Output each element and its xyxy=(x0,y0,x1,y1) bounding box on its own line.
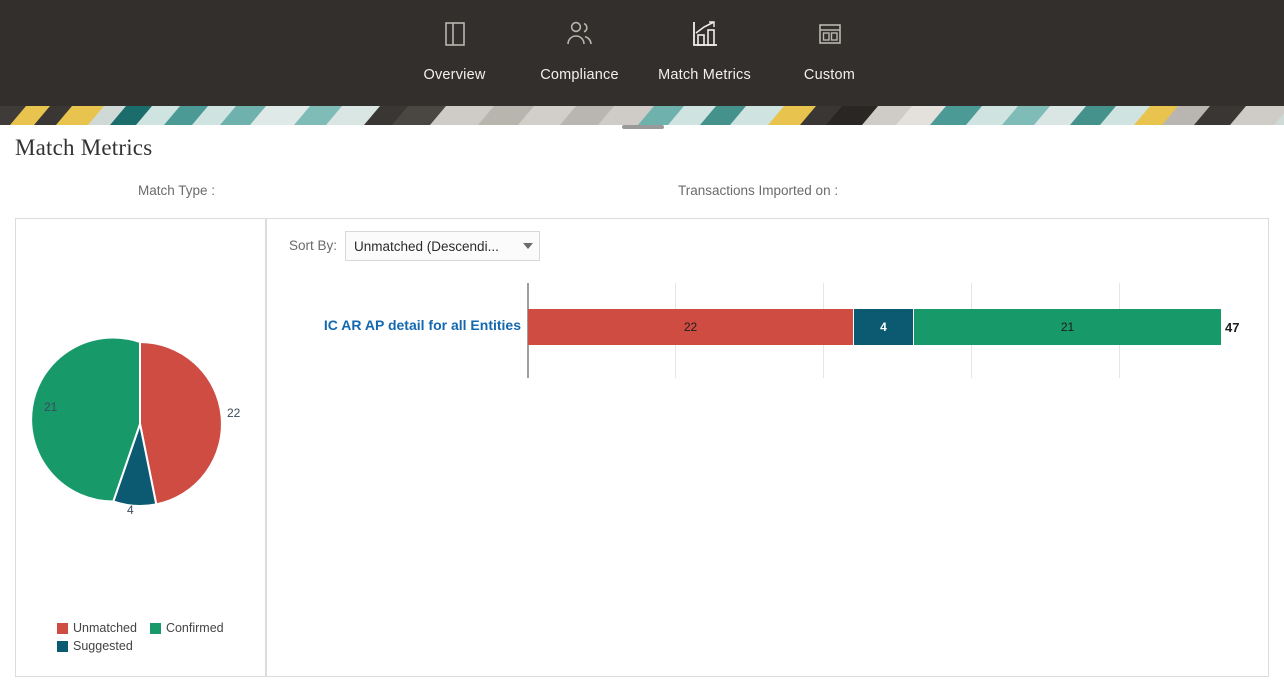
legend-swatch-suggested xyxy=(57,641,68,652)
legend-row-2: Suggested xyxy=(57,639,257,653)
nav-item-custom[interactable]: Custom xyxy=(767,14,892,83)
match-status-pie-chart xyxy=(16,300,265,560)
transactions-imported-label: Transactions Imported on : xyxy=(678,183,838,198)
nav-item-match-metrics-label: Match Metrics xyxy=(658,67,751,83)
legend-item-suggested[interactable]: Suggested xyxy=(57,639,133,653)
panel-layout-icon xyxy=(441,14,469,54)
legend-label-suggested: Suggested xyxy=(73,639,133,653)
pie-label-confirmed: 21 xyxy=(44,400,57,414)
bar-chart-panel xyxy=(266,218,1269,677)
nav-item-overview[interactable]: Overview xyxy=(392,14,517,83)
legend-label-unmatched: Unmatched xyxy=(73,621,137,635)
dashboard-window-icon xyxy=(816,14,844,54)
bar-segment-unmatched-value: 22 xyxy=(684,320,697,334)
decorative-banner-strip xyxy=(0,106,1284,125)
bar-chart-trend-icon xyxy=(690,14,720,54)
nav-item-custom-label: Custom xyxy=(804,67,855,83)
legend-swatch-unmatched xyxy=(57,623,68,634)
sort-by-select[interactable]: Unmatched (Descendi... xyxy=(345,231,540,261)
bar-segment-confirmed[interactable]: 21 xyxy=(914,309,1221,345)
legend-item-confirmed[interactable]: Confirmed xyxy=(150,621,224,635)
nav-item-compliance-label: Compliance xyxy=(540,67,619,83)
nav-item-overview-label: Overview xyxy=(423,67,485,83)
pie-label-unmatched: 22 xyxy=(227,406,240,420)
users-icon xyxy=(564,14,596,54)
panel-drag-handle[interactable] xyxy=(622,125,664,129)
legend-label-confirmed: Confirmed xyxy=(166,621,224,635)
bar-segment-unmatched[interactable]: 22 xyxy=(528,309,853,345)
bar-segment-suggested[interactable]: 4 xyxy=(854,309,913,345)
pie-label-suggested: 4 xyxy=(127,503,134,517)
nav-item-match-metrics[interactable]: Match Metrics xyxy=(642,14,767,83)
match-type-label: Match Type : xyxy=(138,183,215,198)
chevron-down-icon xyxy=(517,243,539,249)
bar-segment-suggested-value: 4 xyxy=(880,320,887,334)
legend-swatch-confirmed xyxy=(150,623,161,634)
bar-category-label[interactable]: IC AR AP detail for all Entities xyxy=(307,317,521,333)
filter-bar: Match Type : Intercompany Receivable Pay… xyxy=(0,175,1284,209)
top-navigation-bar: Overview Compliance xyxy=(0,0,1284,106)
sort-by-value: Unmatched (Descendi... xyxy=(346,239,517,254)
sort-by-label: Sort By: xyxy=(289,238,337,253)
pie-chart-legend: Unmatched Confirmed Suggested xyxy=(57,621,257,657)
nav-item-list: Overview Compliance xyxy=(392,0,892,83)
nav-item-compliance[interactable]: Compliance xyxy=(517,14,642,83)
legend-item-unmatched[interactable]: Unmatched xyxy=(57,621,137,635)
bar-segment-confirmed-value: 21 xyxy=(1061,320,1074,334)
page-title: Match Metrics xyxy=(15,135,152,161)
legend-row-1: Unmatched Confirmed xyxy=(57,621,257,635)
